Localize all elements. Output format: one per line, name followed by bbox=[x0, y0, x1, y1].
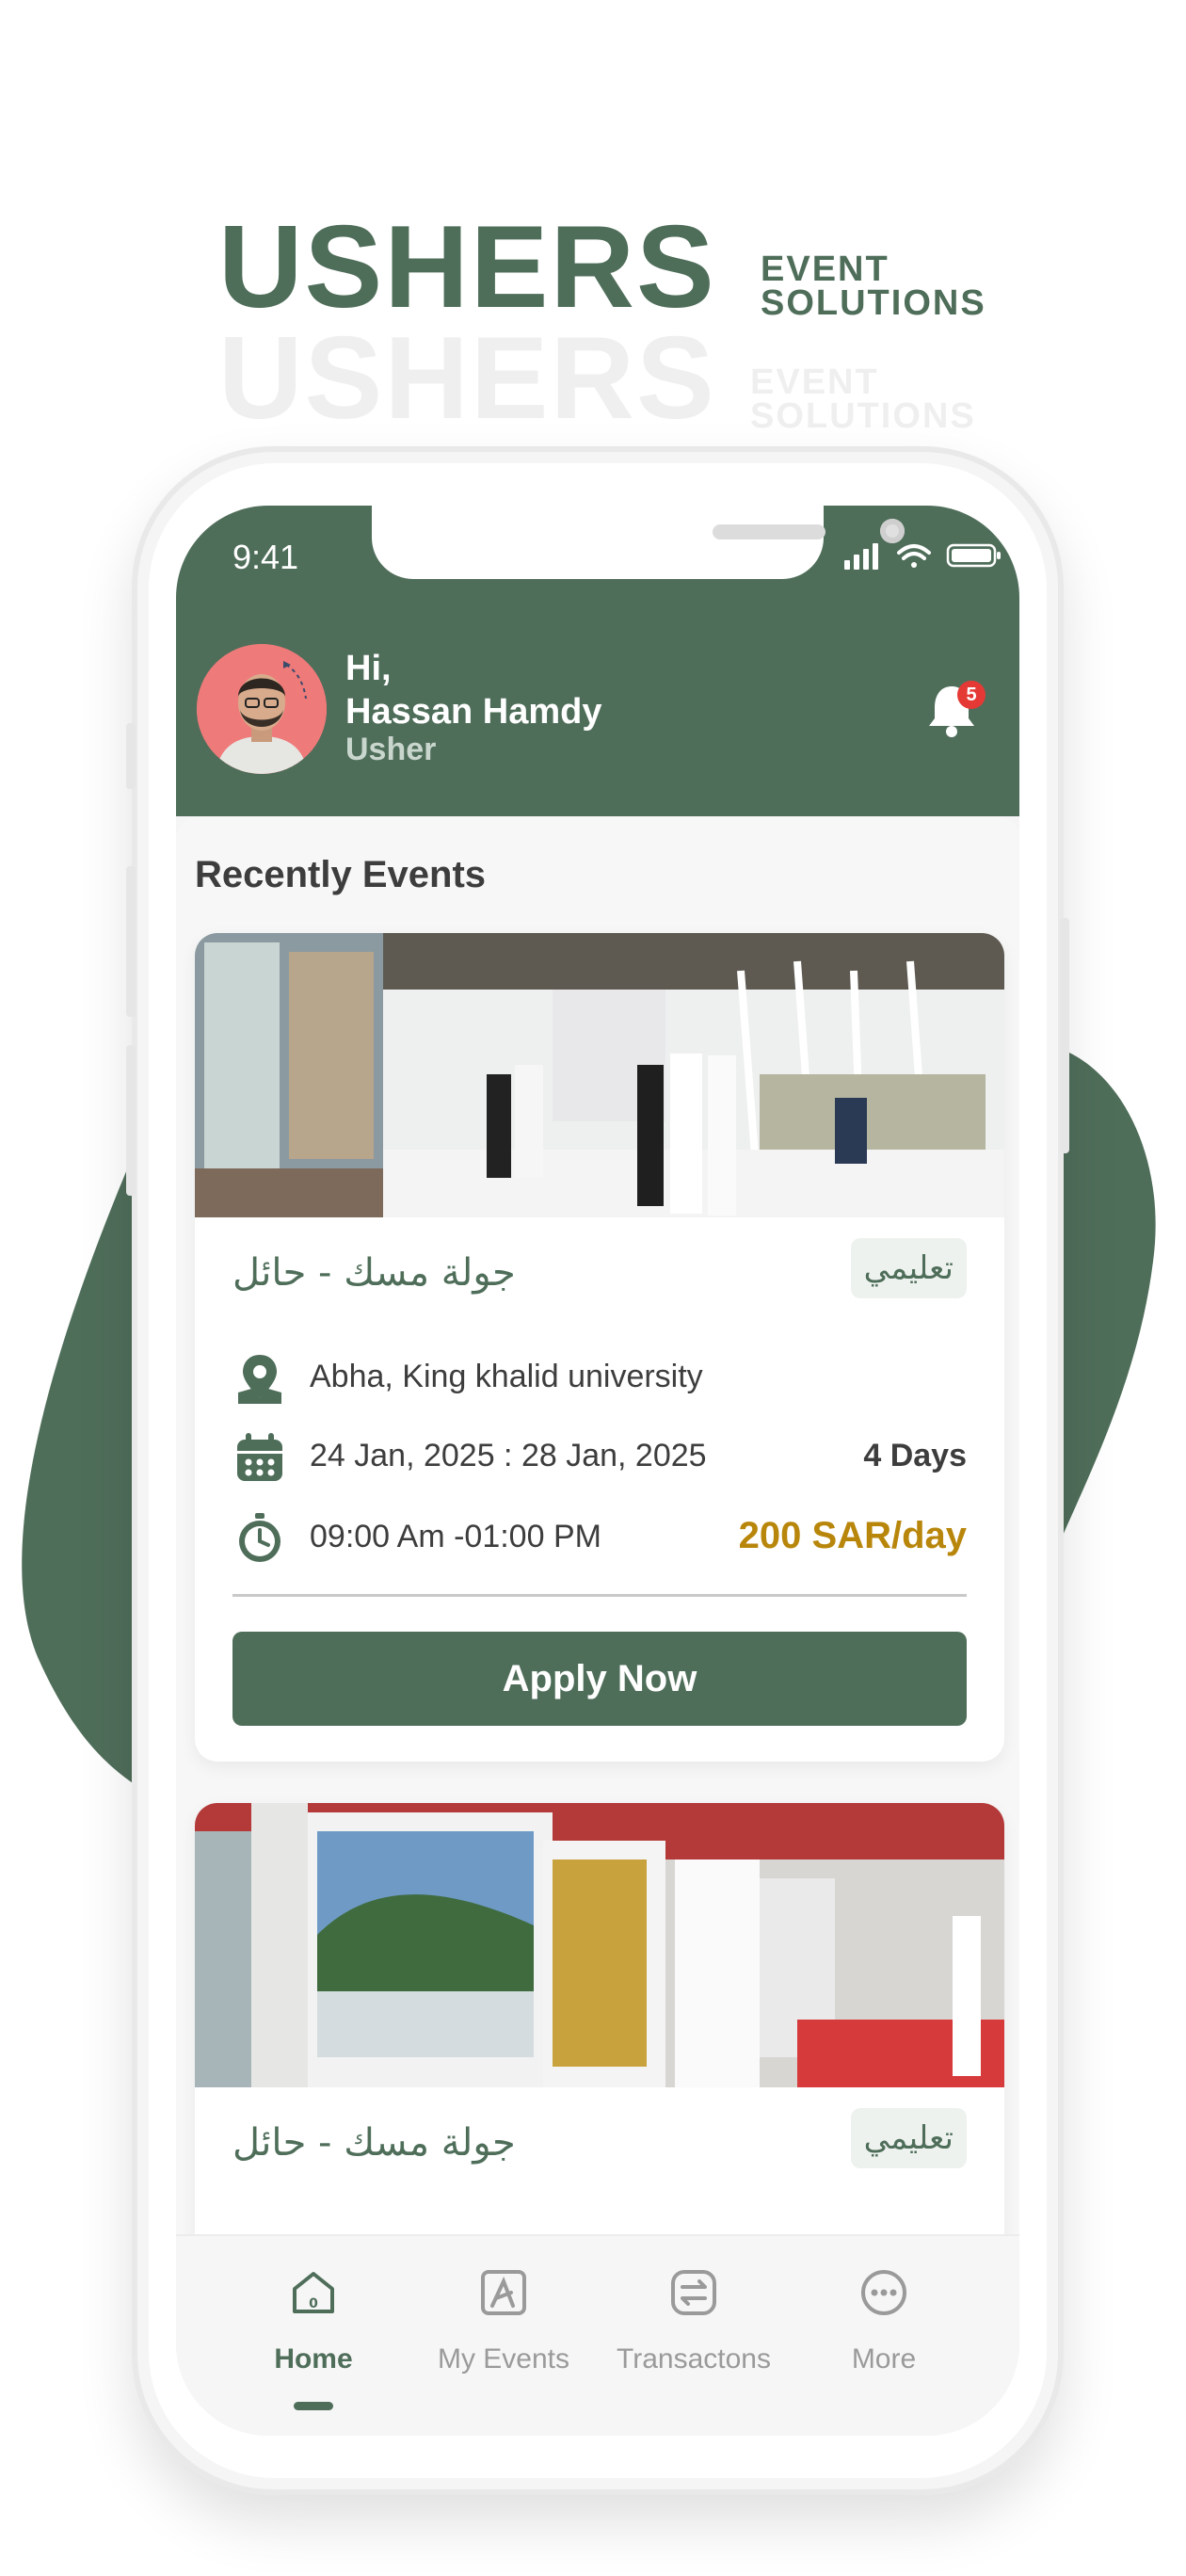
phone-volume-down bbox=[126, 1045, 136, 1196]
event-title: جولة مسك - حائل bbox=[232, 1251, 516, 1295]
brand-tagline-reflection-line2: SOLUTIONS bbox=[750, 396, 976, 437]
nav-label-transactions: Transactons bbox=[617, 2343, 771, 2375]
front-camera bbox=[880, 519, 905, 543]
phone-mute-switch bbox=[126, 723, 136, 789]
nav-item-transactions[interactable]: Transactons bbox=[600, 2257, 788, 2398]
event-duration: 4 Days bbox=[863, 1438, 967, 1473]
svg-text:0: 0 bbox=[309, 2296, 318, 2311]
brand-tagline-line1: EVENT bbox=[761, 250, 890, 289]
phone-power-button bbox=[1060, 918, 1069, 1153]
signal-icon bbox=[844, 543, 878, 570]
brand-logo-reflection: USHERS bbox=[218, 314, 716, 443]
nav-label-my-events: My Events bbox=[437, 2343, 570, 2375]
section-title: Recently Events bbox=[195, 854, 487, 895]
event-category-tag: تعليمي bbox=[850, 1238, 967, 1298]
greeting-block: Hi, Hassan Hamdy bbox=[345, 647, 601, 733]
nav-label-more: More bbox=[851, 2343, 917, 2375]
greeting-text: Hi, bbox=[345, 649, 392, 688]
event-location: Abha, King khalid university bbox=[310, 1359, 703, 1394]
location-pin-icon bbox=[238, 1355, 281, 1404]
speaker-grill bbox=[713, 524, 825, 539]
events-feed: Recently Events جولة مسك - حائل تعليمي A… bbox=[176, 816, 1019, 2436]
brand-tagline-reflection: EVENT SOLUTIONS bbox=[750, 362, 976, 437]
user-name: Hassan Hamdy bbox=[345, 692, 602, 732]
event-time: 09:00 Am -01:00 PM bbox=[310, 1519, 601, 1554]
event-dates: 24 Jan, 2025 : 28 Jan, 2025 bbox=[310, 1438, 707, 1473]
avatar[interactable] bbox=[197, 644, 327, 774]
battery-icon bbox=[946, 543, 1001, 568]
stopwatch-icon bbox=[239, 1513, 280, 1562]
event-card[interactable]: جولة مسك - حائل تعليمي Abha, King khalid… bbox=[195, 933, 1004, 1762]
event-price: 200 SAR/day bbox=[738, 1515, 967, 1556]
nav-item-home[interactable]: 0 Home bbox=[219, 2257, 408, 2398]
status-time: 9:41 bbox=[232, 538, 299, 576]
status-icons bbox=[844, 543, 1001, 570]
brand-logo-wordmark: USHERS bbox=[218, 202, 716, 332]
event-category-tag: تعليمي bbox=[850, 2108, 967, 2168]
home-icon: 0 bbox=[293, 2272, 334, 2313]
nav-label-home: Home bbox=[274, 2343, 353, 2375]
more-icon bbox=[861, 2270, 906, 2315]
wifi-icon bbox=[897, 544, 931, 568]
event-image bbox=[195, 933, 1004, 1217]
transactions-icon bbox=[671, 2270, 716, 2315]
apply-now-button[interactable]: Apply Now bbox=[232, 1632, 967, 1726]
app-header: 9:41 Hi, Hassan Hamdy Usher 5 bbox=[176, 506, 1019, 816]
phone-volume-up bbox=[126, 866, 136, 1017]
notification-badge: 5 bbox=[957, 681, 986, 709]
calendar-icon bbox=[237, 1433, 282, 1481]
brand-tagline: EVENT SOLUTIONS bbox=[761, 250, 986, 324]
nav-item-more[interactable]: More bbox=[790, 2257, 978, 2398]
brand-header: USHERS EVENT SOLUTIONS USHERS EVENT SOLU… bbox=[0, 0, 1186, 443]
user-role: Usher bbox=[345, 732, 437, 767]
nav-active-indicator bbox=[294, 2402, 333, 2410]
event-title: جولة مسك - حائل bbox=[232, 2121, 516, 2165]
brand-tagline-reflection-line1: EVENT bbox=[750, 362, 879, 402]
event-image bbox=[195, 1803, 1004, 2087]
brand-tagline-line2: SOLUTIONS bbox=[761, 283, 986, 324]
nav-item-my-events[interactable]: My Events bbox=[409, 2257, 598, 2398]
user-photo bbox=[197, 644, 327, 774]
events-icon bbox=[481, 2270, 526, 2315]
app-screen: 9:41 Hi, Hassan Hamdy Usher 5 Recently E… bbox=[176, 506, 1019, 2436]
phone-notch bbox=[372, 506, 905, 579]
bottom-navigation: 0 Home My Events Transactons More bbox=[176, 2234, 1019, 2436]
card-divider bbox=[232, 1594, 967, 1597]
